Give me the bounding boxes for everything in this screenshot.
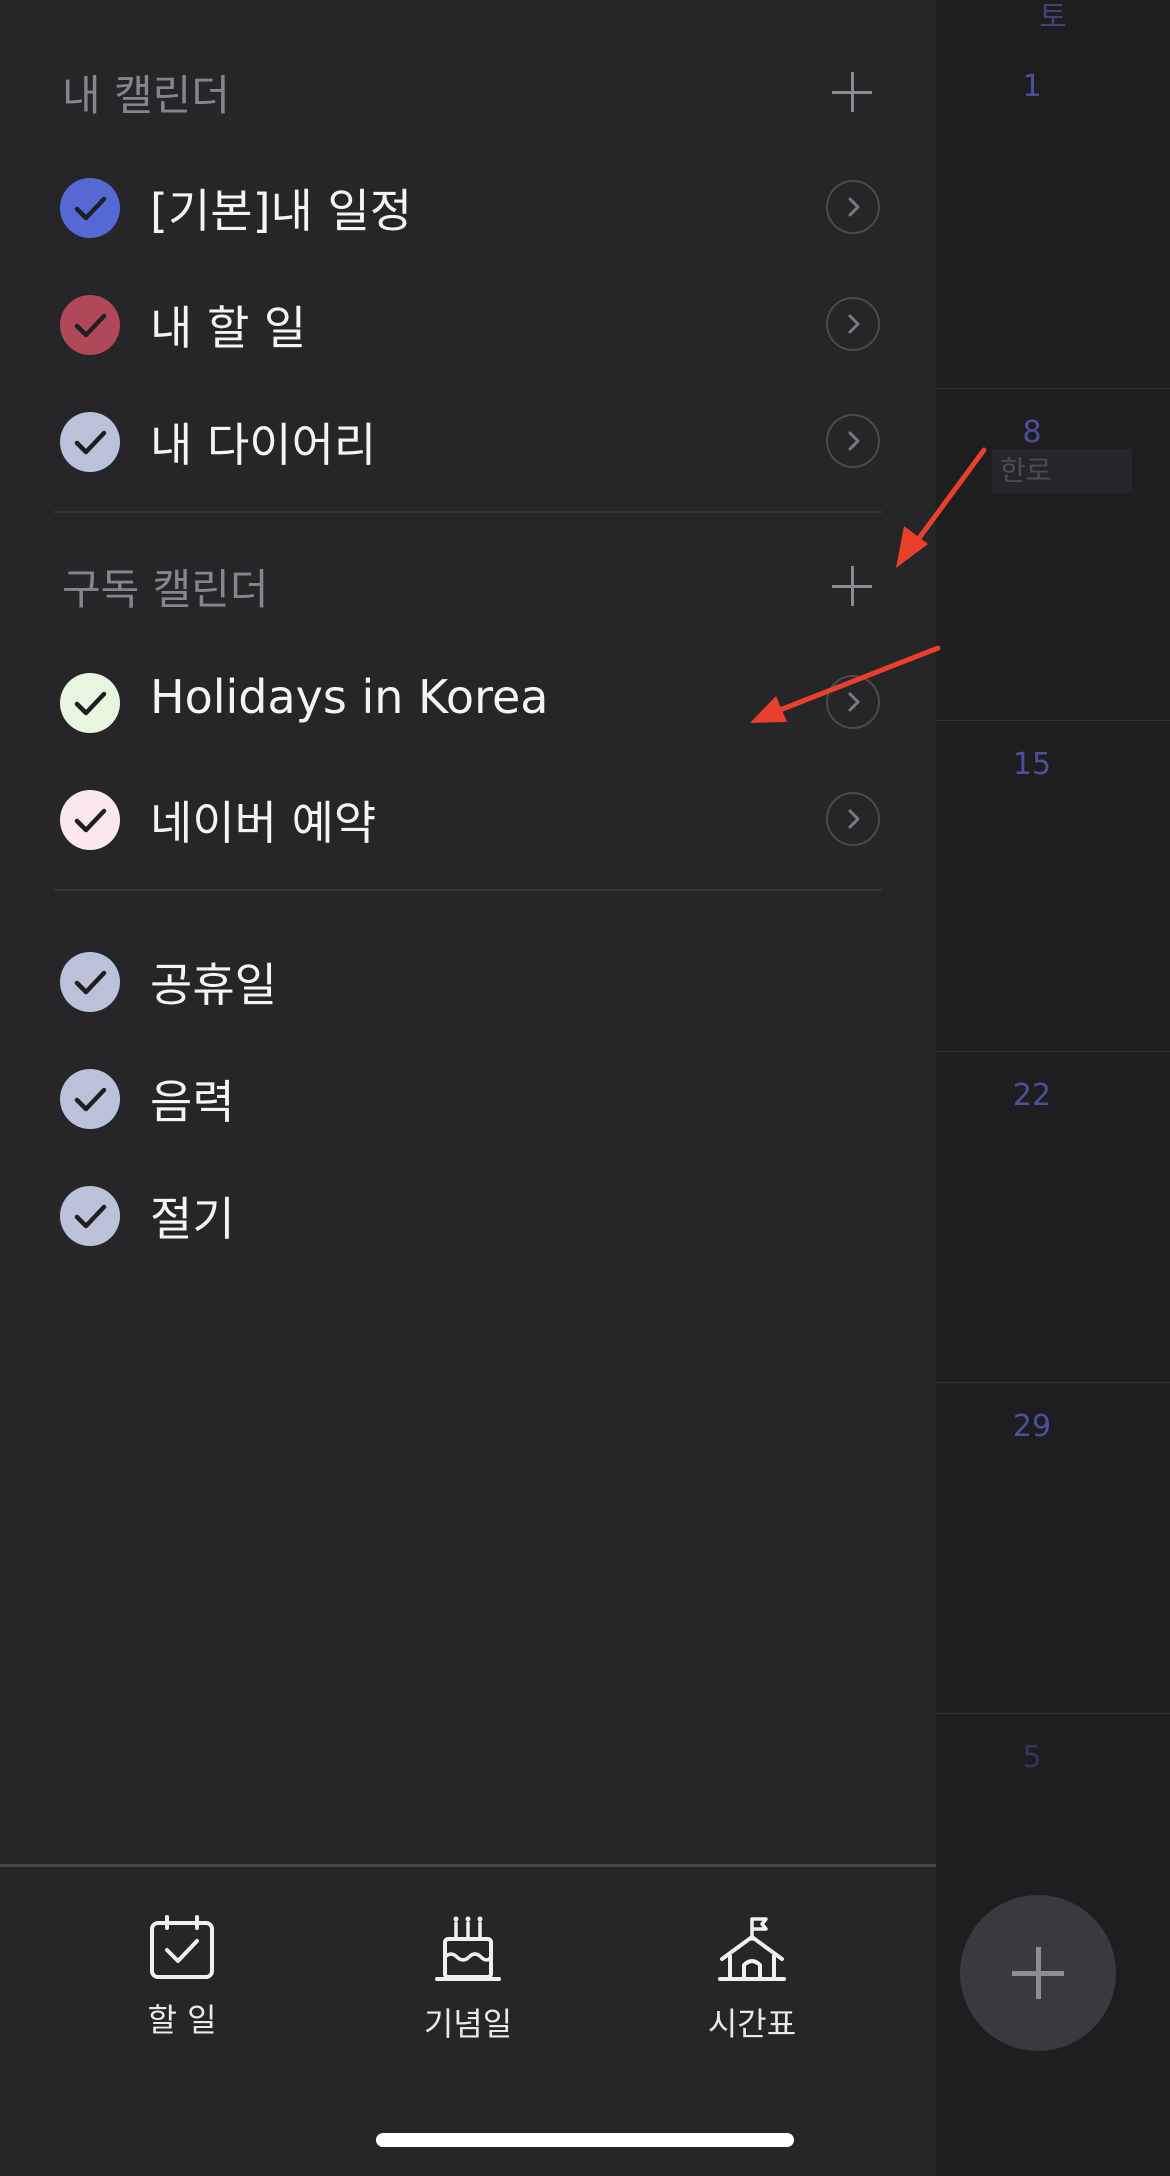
chevron-right-icon[interactable] [826, 675, 880, 729]
day-number: 5 [1022, 1740, 1042, 1775]
calendar-cell[interactable]: 15 [936, 720, 1170, 1051]
calendar-name: 공휴일 [150, 958, 277, 1012]
calendar-name: 절기 [150, 1192, 235, 1246]
day-number: 29 [1012, 1409, 1052, 1444]
chevron-right-icon[interactable] [826, 792, 880, 846]
checkbox-checked-icon[interactable] [60, 952, 120, 1012]
subscribed-calendars-title: 구독 캘린더 [62, 565, 269, 614]
day-number: 22 [1012, 1078, 1052, 1113]
calendar-cell[interactable]: 29 [936, 1382, 1170, 1713]
day-number: 15 [1012, 747, 1052, 782]
drawer-tab-bar: 할 일 기념일 시간표 [0, 1864, 936, 2176]
calendar-name: [기본]내 일정 [150, 184, 413, 238]
calendar-cell[interactable]: 22 [936, 1051, 1170, 1382]
checkbox-checked-icon[interactable] [60, 673, 120, 733]
timetable-tab-label: 시간표 [707, 2005, 797, 2043]
day-number: 8 [1022, 415, 1042, 450]
checkbox-calendar-icon [150, 1915, 214, 1979]
todo-tab-label: 할 일 [147, 2001, 217, 2039]
calendar-name: Holidays in Korea [150, 670, 549, 724]
calendar-name: 내 할 일 [150, 301, 307, 355]
calendar-row[interactable]: 내 다이어리 [0, 387, 936, 497]
school-icon [718, 1917, 786, 1981]
calendar-row[interactable]: 음력 [0, 1044, 936, 1154]
my-calendars-title: 내 캘린더 [62, 71, 230, 120]
calendar-event[interactable]: 한로 [992, 449, 1132, 493]
checkbox-checked-icon[interactable] [60, 178, 120, 238]
chevron-right-icon[interactable] [826, 414, 880, 468]
day-number: 1 [1022, 69, 1042, 104]
calendar-row[interactable]: 네이버 예약 [0, 765, 936, 875]
calendar-row[interactable]: 절기 [0, 1161, 936, 1271]
add-my-calendar-button[interactable] [826, 66, 878, 118]
calendar-row[interactable]: 내 할 일 [0, 270, 936, 380]
anniversary-tab-label: 기념일 [423, 2005, 513, 2043]
checkbox-checked-icon[interactable] [60, 1186, 120, 1246]
calendar-cell[interactable]: 8 한로 [936, 388, 1170, 719]
section-divider [54, 511, 882, 513]
timetable-tab[interactable]: 시간표 [652, 1915, 852, 2055]
calendar-row[interactable]: Holidays in Korea [0, 648, 936, 758]
calendar-list-drawer: 내 캘린더 [기본]내 일정 내 할 일 내 다이어리 구독 캘린더 Holid… [0, 0, 936, 2176]
chevron-right-icon[interactable] [826, 297, 880, 351]
calendar-name: 음력 [150, 1075, 235, 1129]
calendar-row[interactable]: [기본]내 일정 [0, 153, 936, 263]
calendar-month-view: 토 1 8 한로 15 22 29 5 [936, 0, 1170, 2176]
add-event-fab-button[interactable] [960, 1895, 1116, 2051]
add-subscribed-calendar-button[interactable] [826, 560, 878, 612]
calendar-row[interactable]: 공휴일 [0, 927, 936, 1037]
todo-tab[interactable]: 할 일 [82, 1915, 282, 2055]
checkbox-checked-icon[interactable] [60, 295, 120, 355]
section-divider [54, 889, 882, 891]
calendar-name: 네이버 예약 [150, 796, 377, 850]
calendar-name: 내 다이어리 [150, 418, 377, 472]
saturday-header: 토 [1039, 0, 1067, 35]
checkbox-checked-icon[interactable] [60, 412, 120, 472]
calendar-cell[interactable]: 1 [936, 57, 1170, 388]
cake-icon [435, 1916, 501, 1981]
chevron-right-icon[interactable] [826, 180, 880, 234]
anniversary-tab[interactable]: 기념일 [368, 1915, 568, 2055]
checkbox-checked-icon[interactable] [60, 1069, 120, 1129]
checkbox-checked-icon[interactable] [60, 790, 120, 850]
home-indicator[interactable] [376, 2133, 794, 2147]
